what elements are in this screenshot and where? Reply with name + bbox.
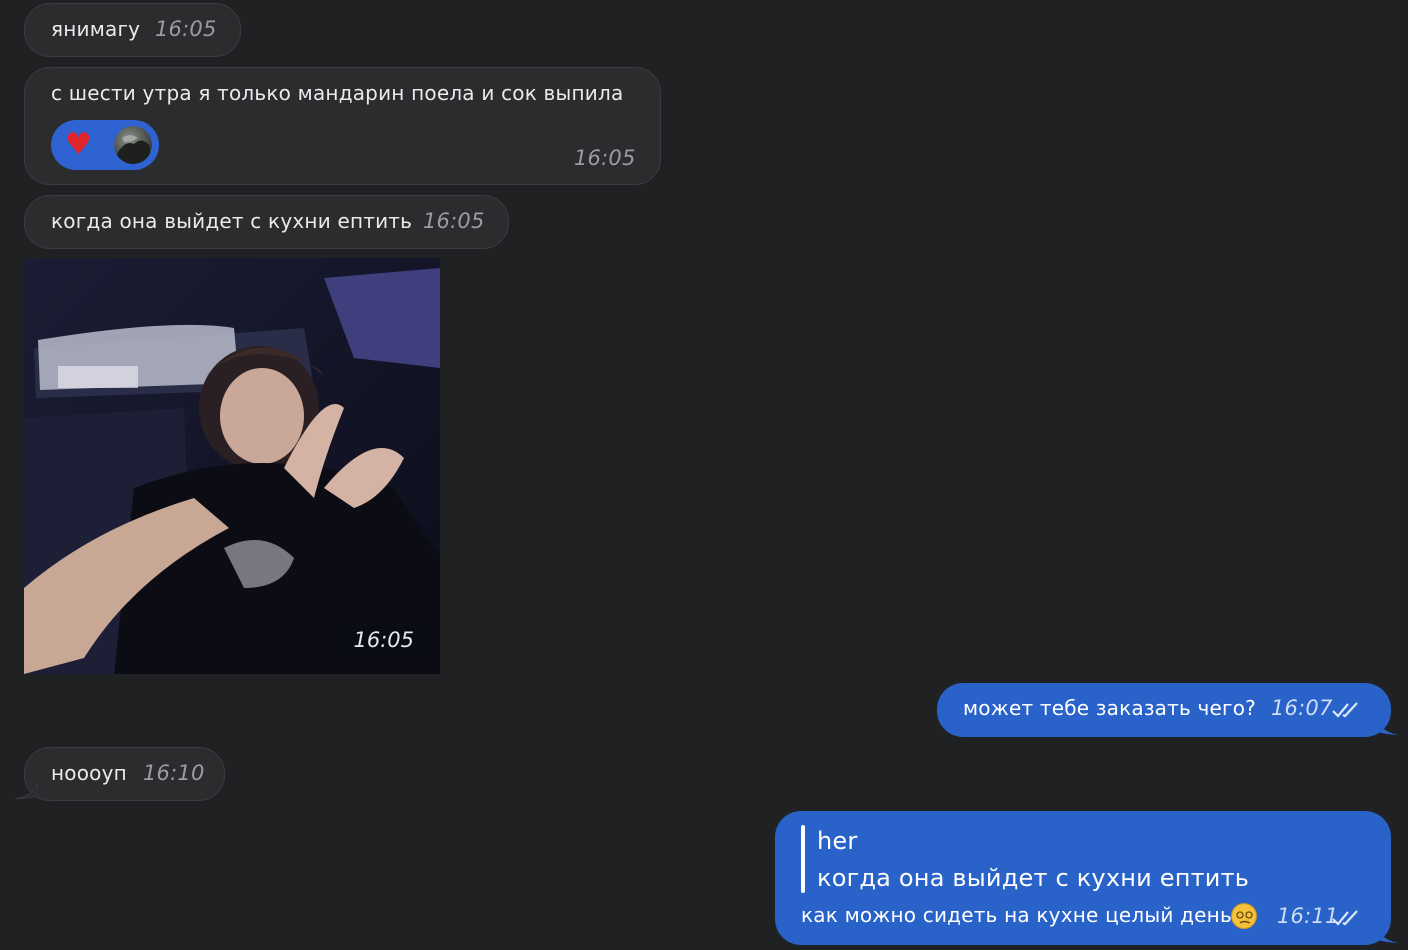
chat-history: янимагу 16:05 с шести утра я только манд… xyxy=(0,0,1408,950)
reaction-pill[interactable]: ♥ xyxy=(51,120,159,170)
gif-media[interactable]: 16:05 xyxy=(24,258,440,674)
message-bubble-incoming[interactable]: янимагу 16:05 xyxy=(24,3,241,57)
reactor-avatar xyxy=(114,126,152,164)
message-text: с шести утра я только мандарин поела и с… xyxy=(51,81,624,105)
bubble-tail xyxy=(1376,925,1399,943)
message-text: когда она выйдет с кухни ептить xyxy=(51,209,413,233)
message-bubble-outgoing[interactable]: her когда она выйдет с кухни ептить как … xyxy=(775,811,1391,945)
message-time: 16:05 xyxy=(574,146,636,170)
reply-author[interactable]: her xyxy=(817,827,857,855)
message-text: янимагу xyxy=(51,17,141,41)
reply-quote-bar xyxy=(801,825,805,893)
message-text: как можно сидеть на кухне целый день xyxy=(801,903,1232,927)
bubble-tail xyxy=(15,781,38,800)
message-time: 16:11 xyxy=(1277,904,1339,928)
message-text: может тебе заказать чего? xyxy=(963,696,1256,720)
dizzy-face-emoji-icon xyxy=(1231,903,1257,929)
message-text: ноооуп xyxy=(51,761,127,785)
reply-text[interactable]: когда она выйдет с кухни ептить xyxy=(817,864,1249,892)
message-time: 16:10 xyxy=(143,761,205,785)
message-time: 16:05 xyxy=(343,626,424,654)
read-checkmarks-icon xyxy=(1332,702,1358,718)
message-time: 16:07 xyxy=(1271,696,1333,720)
message-bubble-incoming[interactable]: с шести утра я только мандарин поела и с… xyxy=(24,67,661,185)
heart-icon: ♥ xyxy=(65,127,93,162)
message-time: 16:05 xyxy=(155,17,217,41)
bubble-tail xyxy=(1376,717,1399,735)
read-checkmarks-icon xyxy=(1332,910,1358,926)
message-bubble-incoming[interactable]: ноооуп 16:10 xyxy=(24,747,225,801)
message-time: 16:05 xyxy=(423,209,485,233)
message-bubble-outgoing[interactable]: может тебе заказать чего? 16:07 xyxy=(937,683,1391,737)
message-bubble-incoming[interactable]: когда она выйдет с кухни ептить 16:05 xyxy=(24,195,509,249)
gif-thumbnail xyxy=(24,258,440,674)
